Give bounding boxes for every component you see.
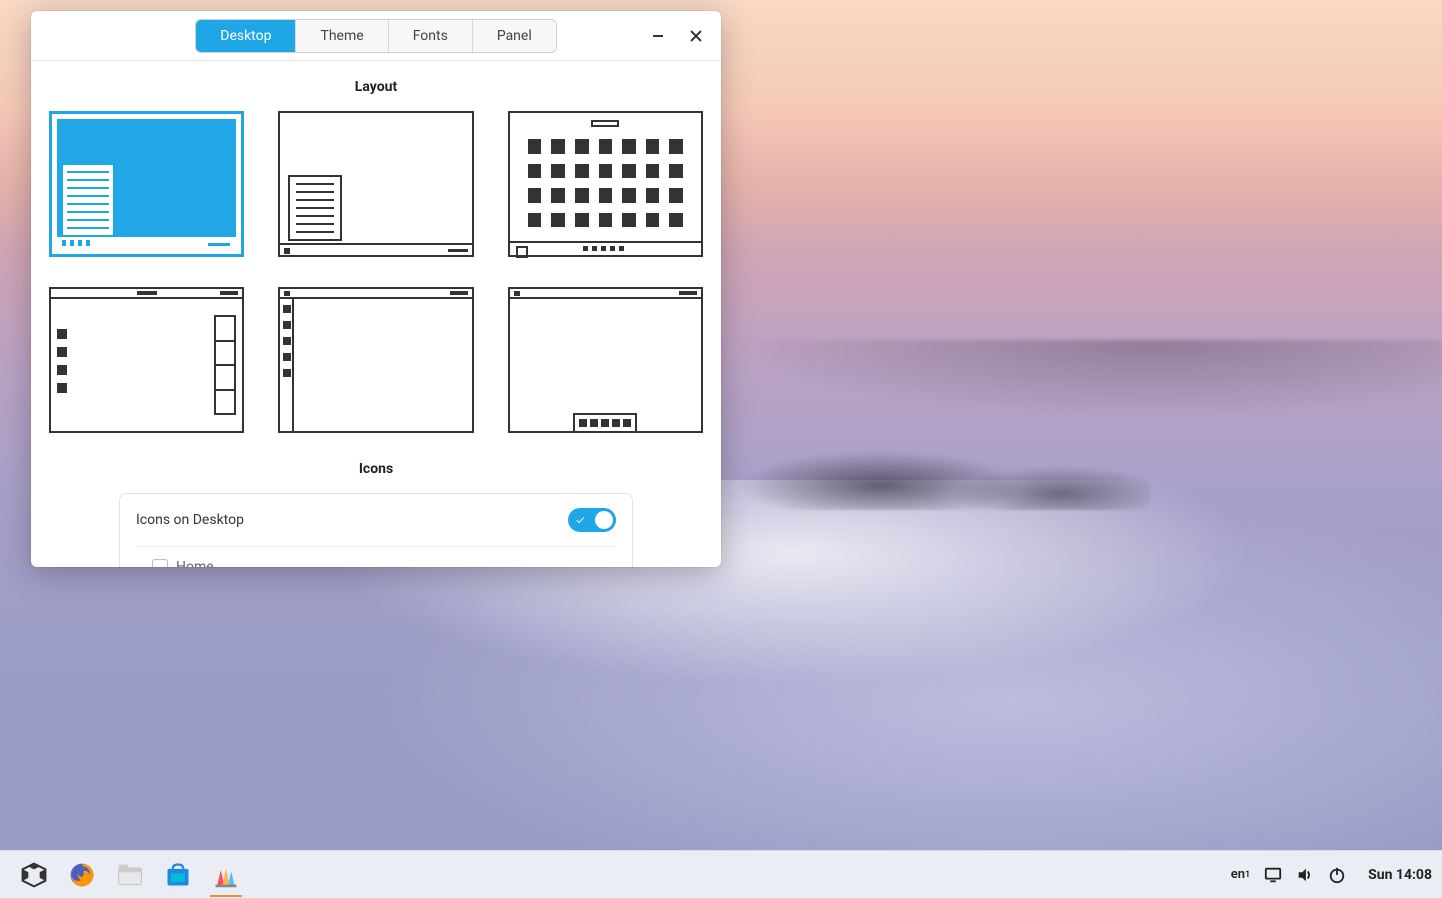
layout-option-5[interactable] (278, 287, 473, 433)
appearance-settings-icon[interactable] (202, 853, 250, 897)
home-checkbox[interactable] (152, 559, 168, 567)
tab-panel[interactable]: Panel (473, 20, 556, 52)
firefox-icon[interactable] (58, 853, 106, 897)
taskbar: en1 Sun 14:08 (0, 850, 1442, 898)
power-icon[interactable] (1328, 866, 1346, 884)
window-controls (639, 11, 715, 60)
wallpaper-trees (700, 430, 1150, 510)
layout-option-6[interactable] (508, 287, 703, 433)
icons-section-title: Icons (49, 461, 703, 477)
layout-option-4[interactable] (49, 287, 244, 433)
appearance-settings-window: Desktop Theme Fonts Panel Layout (31, 11, 721, 567)
software-store-icon[interactable] (154, 853, 202, 897)
icons-card: Icons on Desktop ✓ Home (119, 493, 633, 567)
system-tray: en1 Sun 14:08 (1231, 866, 1432, 884)
layout-grid (49, 111, 703, 433)
start-menu-icon[interactable] (10, 853, 58, 897)
icons-on-desktop-toggle[interactable]: ✓ (568, 508, 616, 532)
volume-icon[interactable] (1296, 866, 1314, 884)
files-icon[interactable] (106, 853, 154, 897)
tab-switcher: Desktop Theme Fonts Panel (195, 19, 557, 53)
icons-on-desktop-label: Icons on Desktop (136, 512, 244, 528)
tab-desktop[interactable]: Desktop (196, 20, 296, 52)
tab-fonts[interactable]: Fonts (389, 20, 473, 52)
display-icon[interactable] (1264, 866, 1282, 884)
layout-section-title: Layout (49, 79, 703, 95)
close-button[interactable] (677, 17, 715, 55)
tab-theme[interactable]: Theme (296, 20, 388, 52)
layout-option-2[interactable] (278, 111, 473, 257)
clock[interactable]: Sun 14:08 (1360, 867, 1432, 883)
home-checkbox-label: Home (176, 559, 214, 567)
home-checkbox-row[interactable]: Home (136, 547, 616, 567)
layout-option-1[interactable] (49, 111, 244, 257)
titlebar: Desktop Theme Fonts Panel (31, 11, 721, 61)
window-body: Layout (31, 61, 721, 567)
input-language-indicator[interactable]: en1 (1231, 867, 1250, 882)
check-icon: ✓ (576, 513, 584, 527)
layout-option-3[interactable] (508, 111, 703, 257)
icons-on-desktop-row: Icons on Desktop ✓ (136, 508, 616, 547)
minimize-button[interactable] (639, 17, 677, 55)
